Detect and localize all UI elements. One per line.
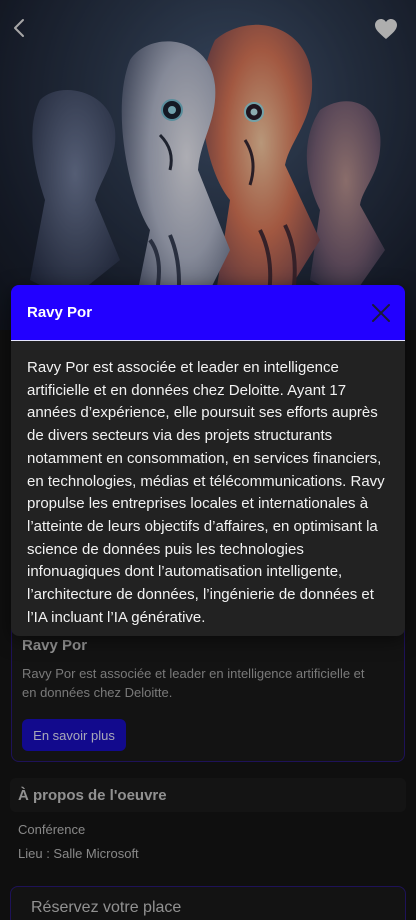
modal-divider <box>11 340 405 341</box>
modal-close-button[interactable] <box>369 301 393 325</box>
speaker-modal: Ravy Por Ravy Por est associée et leader… <box>11 285 405 636</box>
modal-body-text: Ravy Por est associée et leader en intel… <box>27 359 385 626</box>
close-icon <box>372 304 390 322</box>
event-detail-screen: Ravy Por Ravy Por est associée et leader… <box>0 0 416 920</box>
modal-title: Ravy Por <box>27 304 93 321</box>
modal-header: Ravy Por <box>11 285 405 341</box>
